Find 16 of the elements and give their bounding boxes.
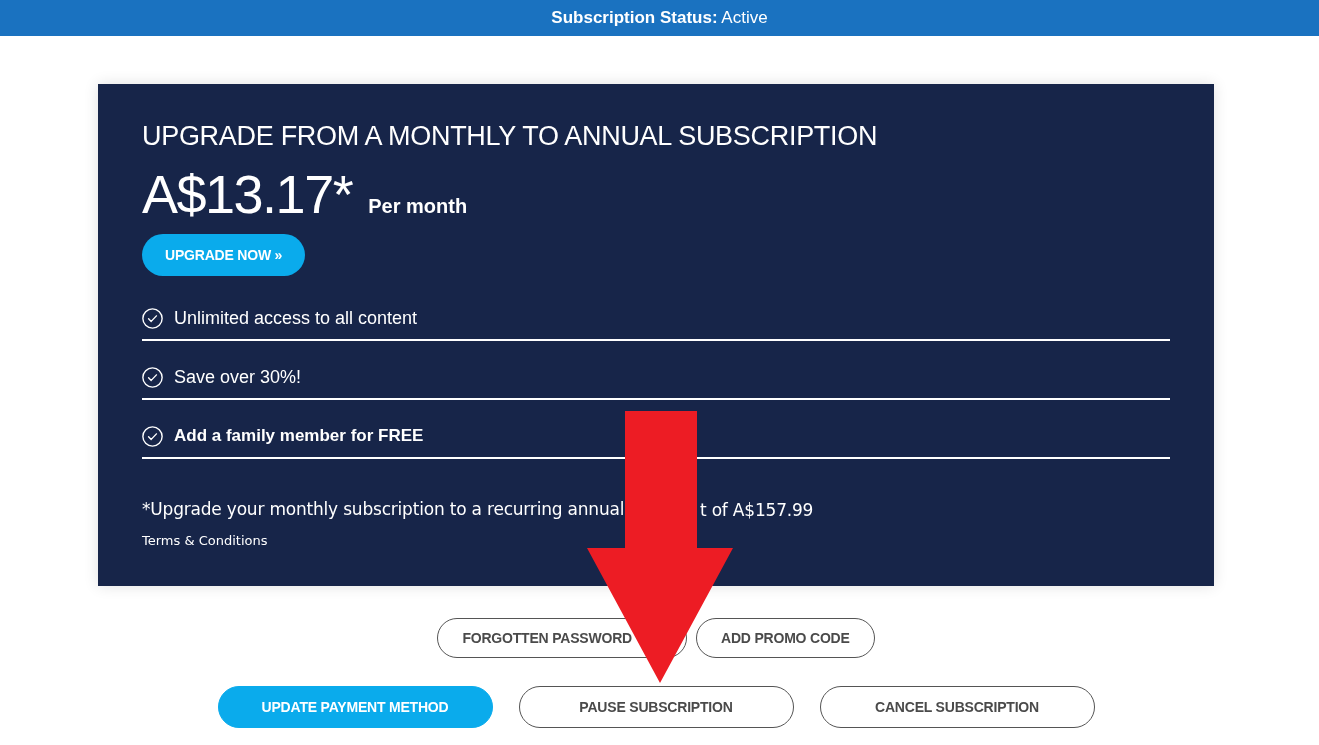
- check-circle-icon: [142, 307, 163, 329]
- action-button[interactable]: CANCEL SUBSCRIPTION: [819, 686, 1095, 728]
- price-period: Per month: [368, 194, 468, 219]
- feature-text: Add a family member for FREE: [174, 425, 424, 447]
- feature-text: Unlimited access to all content: [174, 307, 418, 330]
- feature-text: Save over 30%!: [174, 366, 302, 389]
- check-circle-icon: [142, 366, 163, 388]
- upgrade-title: UPGRADE FROM A MONTHLY TO ANNUAL SUBSCRIPTION: [142, 120, 878, 152]
- check-circle-icon: [142, 425, 163, 447]
- price: A$13.17*: [142, 166, 353, 222]
- subscription-status: Subscription Status: Active: [551, 7, 768, 30]
- footnote-text: *Upgrade your monthly subscription to a recurring annual: [142, 499, 625, 519]
- footnote-text: t of A$157.99: [700, 498, 814, 522]
- action-button[interactable]: ADD PROMO CODE: [695, 618, 875, 658]
- action-button[interactable]: PAUSE SUBSCRIPTION: [518, 686, 794, 728]
- terms-link[interactable]: Terms & Conditions: [142, 532, 268, 550]
